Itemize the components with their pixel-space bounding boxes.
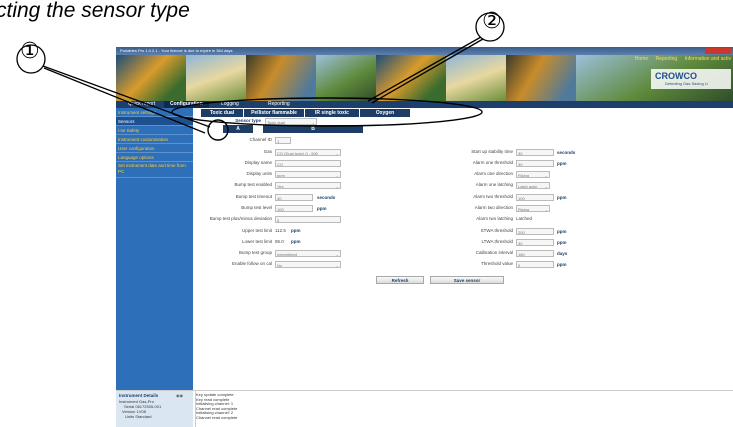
- callout-2-leader-2: [371, 38, 484, 104]
- sensor-tabs-highlight-ellipse: [171, 97, 483, 127]
- callout-1-leader-2: [43, 67, 206, 134]
- callout-2-leader: [367, 36, 482, 102]
- annotation-overlay: [16, 12, 505, 141]
- channel-a-highlight-circle: [207, 119, 229, 141]
- callout-1-circle: [16, 44, 46, 74]
